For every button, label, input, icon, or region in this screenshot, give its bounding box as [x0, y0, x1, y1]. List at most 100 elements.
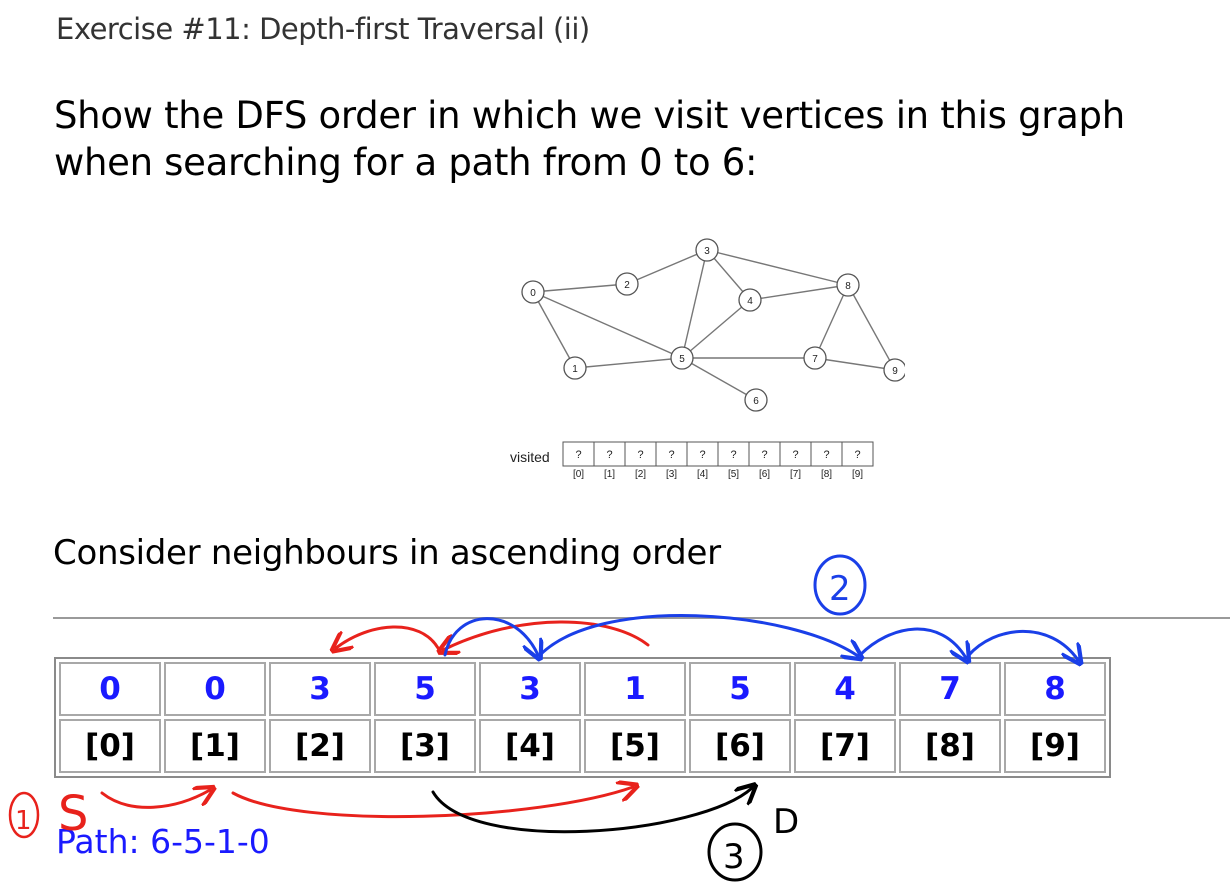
svg-text:1: 1 — [572, 364, 578, 375]
visited-table: 0 0 3 5 3 1 5 4 7 8 [0] [1] [2] [3] [4] … — [54, 657, 1111, 778]
svg-text:?: ? — [823, 449, 829, 461]
svg-text:?: ? — [637, 449, 643, 461]
svg-text:?: ? — [792, 449, 798, 461]
red-arrow-1-to-5 — [443, 620, 650, 650]
visited-index-2: [2] — [269, 719, 371, 773]
graph-edge-0-5 — [532, 291, 683, 359]
visited-array-figure: visited ? [0]? [1]? [2]? [3]? [4]? [5]? [6]? [7]… — [510, 441, 874, 480]
graph-node-1: 1 — [563, 356, 587, 380]
svg-text:?: ? — [761, 449, 767, 461]
svg-text:?: ? — [699, 449, 705, 461]
step-3-label: 3 — [723, 837, 745, 877]
step-2-label: 2 — [829, 569, 851, 609]
svg-text:?: ? — [730, 449, 736, 461]
red-arrow-5-to-3 — [336, 625, 440, 648]
graph-edge-2-3 — [626, 249, 708, 285]
red-arrow-0-to-1 — [100, 790, 210, 809]
black-arrow-3-to-6 — [431, 788, 752, 834]
blue-arrow-3-to-4 — [443, 617, 538, 655]
visited-index-8: [8] — [899, 719, 1001, 773]
svg-text:[8]: [8] — [821, 469, 832, 480]
visited-value-0: 0 — [59, 662, 161, 716]
visited-index-3: [3] — [374, 719, 476, 773]
visited-index-row: [0] [1] [2] [3] [4] [5] [6] [7] [8] [9] — [59, 719, 1106, 773]
visited-array-cell-3: ? [3] — [655, 441, 688, 480]
graph-node-0: 0 — [521, 280, 545, 304]
visited-value-3: 5 — [374, 662, 476, 716]
visited-values-row: 0 0 3 5 3 1 5 4 7 8 — [59, 662, 1106, 716]
svg-text:8: 8 — [845, 281, 851, 292]
svg-text:[5]: [5] — [728, 469, 739, 480]
graph-edge-1-5 — [574, 357, 683, 369]
path-result: Path: 6-5-1-0 — [56, 822, 270, 861]
visited-index-9: [9] — [1004, 719, 1106, 773]
visited-array-cell-7: ? [7] — [779, 441, 812, 480]
question-text: Show the DFS order in which we visit ver… — [54, 94, 1125, 184]
visited-value-5: 1 — [584, 662, 686, 716]
graph-edge-0-1 — [532, 291, 576, 369]
graph-node-5: 5 — [670, 346, 694, 370]
svg-text:4: 4 — [747, 296, 753, 307]
visited-index-6: [6] — [689, 719, 791, 773]
exercise-subtitle: Exercise #11: Depth-first Traversal (ii) — [56, 12, 590, 46]
graph-edge-0-2 — [532, 283, 628, 293]
graph-node-9: 9 — [883, 358, 905, 382]
graph-edges — [532, 249, 896, 401]
svg-text:[3]: [3] — [666, 469, 677, 480]
svg-text:[1]: [1] — [604, 469, 615, 480]
svg-text:[9]: [9] — [852, 469, 863, 480]
hint-text: Consider neighbours in ascending order — [53, 533, 721, 573]
graph-edge-8-9 — [847, 284, 896, 371]
visited-index-5: [5] — [584, 719, 686, 773]
visited-value-7: 4 — [794, 662, 896, 716]
graph-figure: 0 1 2 3 4 5 6 7 8 9 visited ? [0]? [1]? [2]? [3]? [4]?… — [510, 238, 905, 480]
graph-node-7: 7 — [803, 346, 827, 370]
visited-index-1: [1] — [164, 719, 266, 773]
svg-text:?: ? — [668, 449, 674, 461]
visited-value-9: 8 — [1004, 662, 1106, 716]
svg-text:9: 9 — [892, 366, 898, 377]
svg-text:[7]: [7] — [790, 469, 801, 480]
graph-node-4: 4 — [738, 288, 762, 312]
visited-value-4: 3 — [479, 662, 581, 716]
visited-array-label: visited — [510, 449, 550, 465]
svg-text:[4]: [4] — [697, 469, 708, 480]
visited-value-8: 7 — [899, 662, 1001, 716]
graph-edge-5-6 — [681, 357, 757, 401]
visited-array-cell-0: ? [0] — [562, 441, 595, 480]
visited-array-cell-2: ? [2] — [624, 441, 657, 480]
svg-text:7: 7 — [812, 354, 818, 365]
red-arrow-1-to-5 — [231, 787, 633, 819]
graph-edge-3-5 — [681, 249, 708, 359]
visited-array-cell-4: ? [4] — [686, 441, 719, 480]
visited-array-cell-8: ? [8] — [810, 441, 843, 480]
svg-text:[6]: [6] — [759, 469, 770, 480]
svg-text:?: ? — [575, 449, 581, 461]
visited-array-cell-6: ? [6] — [748, 441, 781, 480]
visited-index-7: [7] — [794, 719, 896, 773]
divider — [53, 617, 1230, 619]
visited-index-4: [4] — [479, 719, 581, 773]
svg-text:2: 2 — [624, 280, 630, 291]
svg-text:?: ? — [854, 449, 860, 461]
visited-index-0: [0] — [59, 719, 161, 773]
visited-array-cell-5: ? [5] — [717, 441, 750, 480]
svg-text:0: 0 — [530, 288, 536, 299]
blue-arrow-4-to-7 — [538, 614, 858, 656]
visited-value-1: 0 — [164, 662, 266, 716]
visited-value-2: 3 — [269, 662, 371, 716]
visited-array-cell-1: ? [1] — [593, 441, 626, 480]
blue-arrow-7-to-8 — [858, 627, 966, 658]
graph-edge-4-5 — [681, 299, 751, 359]
step-3-circle — [707, 822, 763, 882]
graph-node-2: 2 — [615, 272, 639, 296]
graph-edge-3-8 — [706, 249, 849, 286]
graph-node-3: 3 — [695, 238, 719, 262]
graph-edge-7-8 — [814, 284, 849, 359]
svg-text:6: 6 — [753, 396, 759, 407]
svg-text:[2]: [2] — [635, 469, 646, 480]
dest-mark: D — [773, 802, 799, 842]
visited-array-cell-9: ? [9] — [841, 441, 874, 480]
graph-nodes: 0 1 2 3 4 5 6 7 8 9 — [521, 238, 905, 412]
blue-arrow-8-to-9 — [966, 630, 1078, 660]
